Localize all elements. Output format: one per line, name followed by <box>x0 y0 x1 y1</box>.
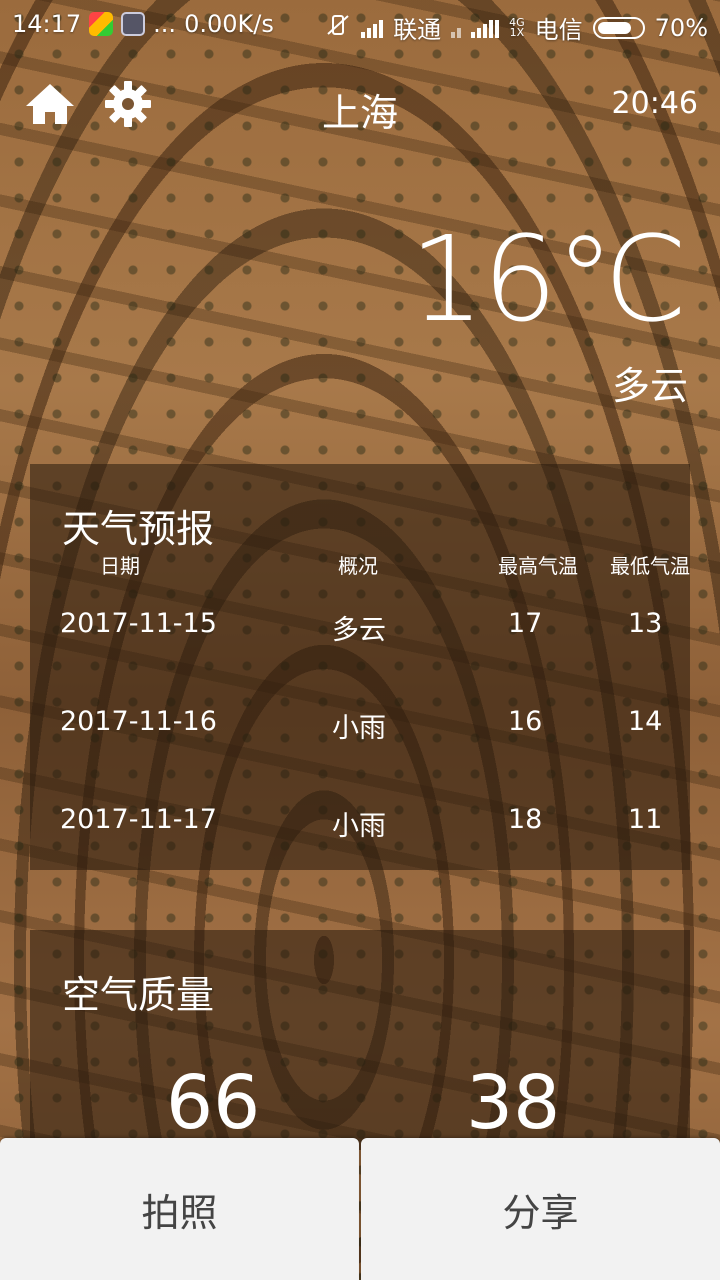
forecast-high: 18 <box>508 804 543 835</box>
forecast-date: 2017-11-15 <box>60 608 217 639</box>
bottom-bar: 拍照 分享 <box>0 1138 720 1280</box>
app-notification-icon-2 <box>121 12 146 36</box>
battery-icon <box>592 16 645 39</box>
current-condition: 多云 <box>611 364 688 408</box>
forecast-high: 16 <box>508 706 543 737</box>
signal-icon-3 <box>471 18 500 38</box>
forecast-desc: 小雨 <box>332 811 386 842</box>
update-time: 20:46 <box>611 86 698 121</box>
status-bar: 14:17 ... 0.00K/s 联通 4G 1X 电信 70% <box>0 0 720 50</box>
forecast-row: 2017-11-17 小雨 18 11 <box>30 804 690 864</box>
forecast-low: 11 <box>628 804 663 835</box>
forecast-desc: 多云 <box>332 615 386 646</box>
air-quality-title: 空气质量 <box>62 973 215 1017</box>
column-header-desc: 概况 <box>338 554 378 578</box>
forecast-row: 2017-11-16 小雨 16 14 <box>30 706 690 766</box>
forecast-date: 2017-11-17 <box>60 804 217 835</box>
signal-icon <box>361 18 384 38</box>
forecast-title: 天气预报 <box>62 507 215 551</box>
current-temperature: 16℃ <box>409 210 688 348</box>
carrier-2: 电信 <box>534 16 583 44</box>
forecast-desc: 小雨 <box>332 713 386 744</box>
column-header-low: 最低气温 <box>610 554 690 578</box>
network-speed: 0.00K/s <box>184 10 274 38</box>
photo-button[interactable]: 拍照 <box>0 1138 359 1280</box>
forecast-row: 2017-11-15 多云 17 13 <box>30 608 690 668</box>
share-button[interactable]: 分享 <box>361 1138 720 1280</box>
battery-percent: 70% <box>654 13 708 42</box>
network-type: 4G 1X <box>509 15 525 39</box>
forecast-panel: 天气预报 日期 概况 最高气温 最低气温 2017-11-15 多云 17 13… <box>30 464 690 870</box>
aqi-value: 66 <box>166 1060 261 1146</box>
header: 上海 20:46 <box>0 70 720 140</box>
forecast-high: 17 <box>508 608 543 639</box>
forecast-low: 14 <box>628 706 663 737</box>
pm25-value: 38 <box>466 1060 561 1146</box>
vibrate-off-icon <box>325 13 351 43</box>
app-notification-icon <box>89 12 114 36</box>
status-time: 14:17 <box>12 10 82 38</box>
carrier-1: 联通 <box>393 16 442 44</box>
forecast-date: 2017-11-16 <box>60 706 217 737</box>
column-header-high: 最高气温 <box>498 554 578 578</box>
signal-icon-2 <box>451 18 462 38</box>
status-more: ... <box>153 10 177 38</box>
air-quality-panel: 空气质量 66 38 <box>30 930 690 1150</box>
column-header-date: 日期 <box>100 554 140 578</box>
forecast-low: 13 <box>628 608 663 639</box>
